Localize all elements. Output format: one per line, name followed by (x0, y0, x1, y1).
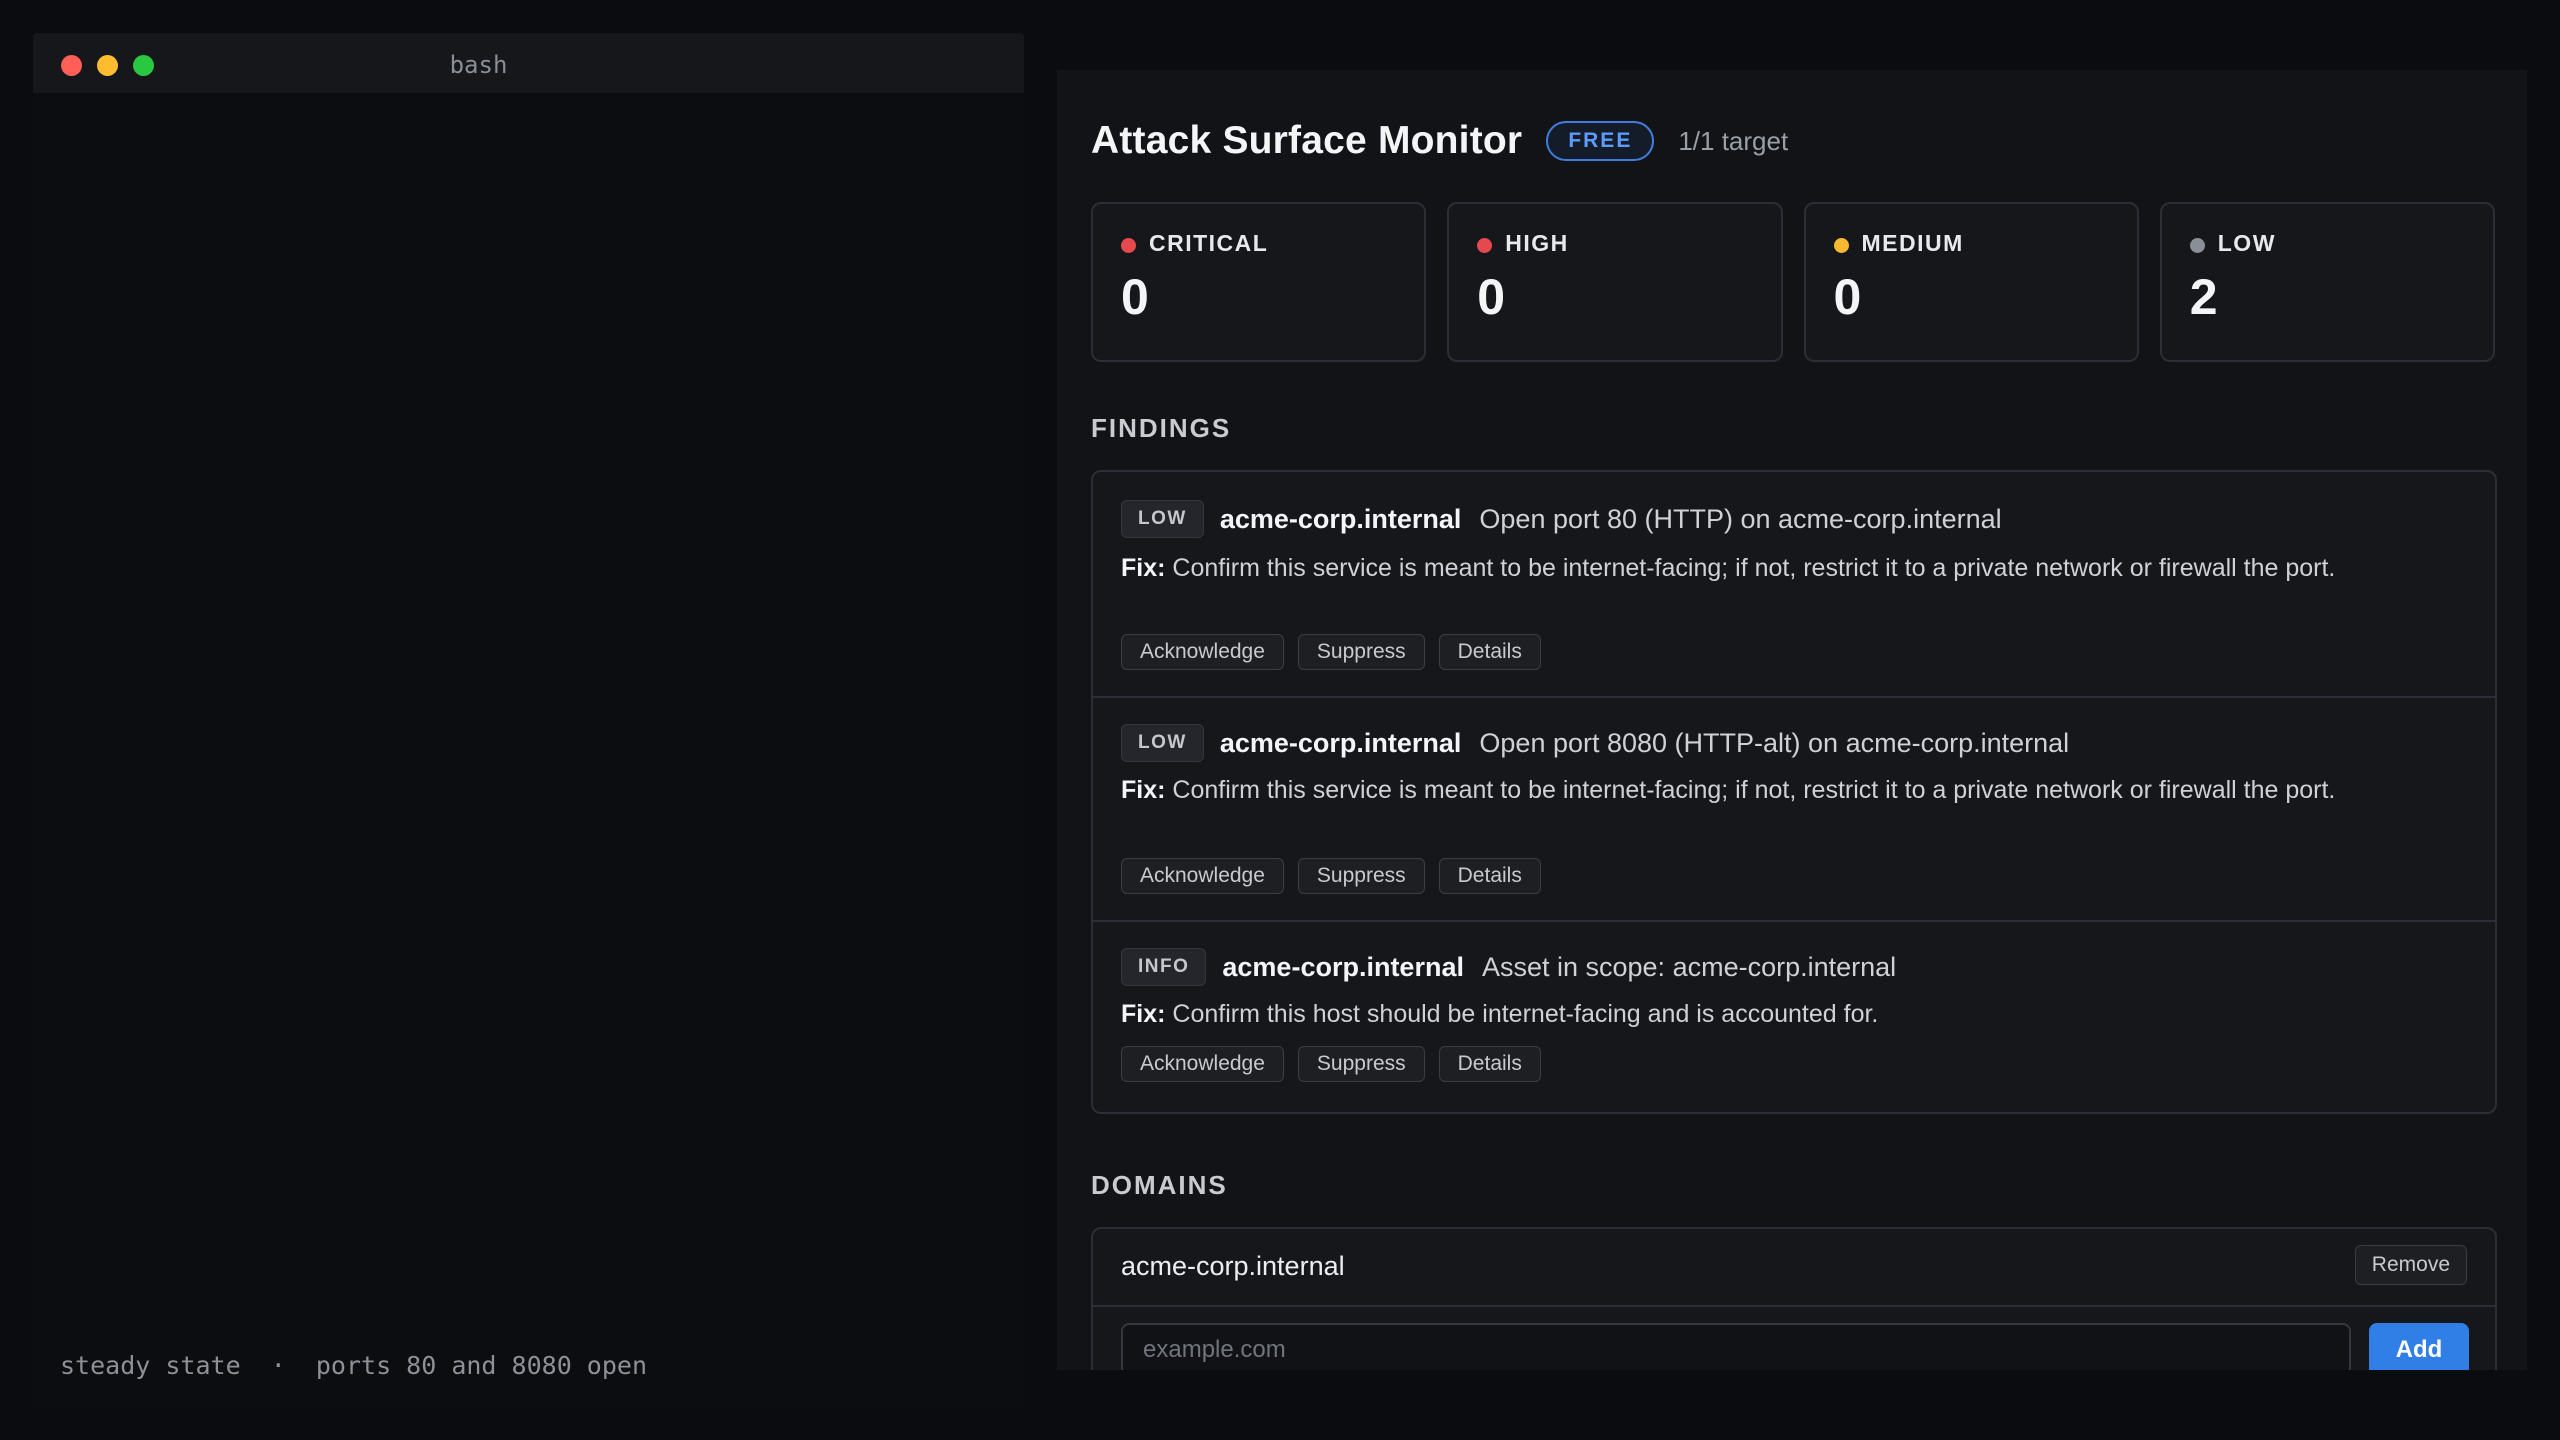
finding-actions: Acknowledge Suppress Details (1121, 634, 1541, 670)
domain-name: acme-corp.internal (1121, 1251, 1345, 1281)
fix-label: Fix: (1121, 554, 1166, 582)
status-dot-icon (2189, 238, 2205, 253)
finding-host: acme-corp.internal (1219, 503, 1462, 534)
finding-fix: Fix: Confirm this service is meant to be… (1121, 772, 2461, 808)
severity-card-critical[interactable]: CRITICAL 0 (1091, 202, 1427, 362)
page-title: Attack Surface Monitor (1091, 119, 1523, 162)
domain-input[interactable] (1121, 1323, 2351, 1370)
monitor-panel: Attack Surface Monitor FREE 1/1 target C… (1057, 70, 2527, 1370)
finding-fix: Fix: Confirm this service is meant to be… (1121, 550, 2461, 586)
finding-title: Open port 80 (HTTP) on acme-corp.interna… (1479, 503, 2002, 534)
finding-item: LOW acme-corp.internal Open port 8080 (H… (1093, 698, 2495, 922)
severity-count: 0 (1833, 269, 1862, 325)
domains-list: acme-corp.internal Remove Add (1091, 1227, 2497, 1370)
severity-count: 2 (2189, 269, 2218, 325)
add-domain-row: Add (1093, 1307, 2495, 1370)
severity-label: CRITICAL (1149, 230, 1269, 256)
severity-card-high[interactable]: HIGH 0 (1447, 202, 1783, 362)
suppress-button[interactable]: Suppress (1297, 858, 1425, 894)
findings-heading: FINDINGS (1091, 413, 1232, 443)
terminal-window: bash steady state · ports 80 and 8080 op… (33, 33, 1024, 1409)
severity-badge: LOW (1121, 500, 1204, 538)
severity-label: HIGH (1505, 230, 1569, 256)
fix-text: Confirm this host should be internet-fac… (1172, 1000, 1879, 1028)
finding-header: LOW acme-corp.internal Open port 80 (HTT… (1121, 500, 2002, 538)
fix-text: Confirm this service is meant to be inte… (1172, 554, 2336, 582)
severity-label: LOW (2217, 230, 2276, 256)
finding-title: Open port 8080 (HTTP-alt) on acme-corp.i… (1479, 727, 2070, 758)
finding-title: Asset in scope: acme-corp.internal (1481, 951, 1897, 982)
status-dot-icon (1833, 238, 1849, 253)
severity-badge: INFO (1121, 948, 1207, 986)
severity-card-medium[interactable]: MEDIUM 0 (1803, 202, 2139, 362)
details-button[interactable]: Details (1438, 858, 1541, 894)
terminal-status-line: steady state · ports 80 and 8080 open (60, 1351, 647, 1380)
severity-count: 0 (1121, 269, 1149, 325)
fix-label: Fix: (1121, 1000, 1166, 1028)
fix-label: Fix: (1121, 776, 1166, 804)
domain-row: acme-corp.internal Remove (1093, 1229, 2495, 1307)
status-dot-icon (1477, 238, 1493, 253)
finding-item: INFO acme-corp.internal Asset in scope: … (1093, 922, 2495, 1112)
severity-summary: CRITICAL 0 HIGH 0 MEDIUM 0 LOW 2 (1091, 202, 2495, 362)
add-domain-button[interactable]: Add (2369, 1323, 2469, 1370)
details-button[interactable]: Details (1438, 634, 1541, 670)
acknowledge-button[interactable]: Acknowledge (1121, 1046, 1284, 1082)
severity-card-low[interactable]: LOW 2 (2159, 202, 2495, 362)
severity-count: 0 (1477, 269, 1506, 325)
target-count: 1/1 target (1678, 125, 1789, 156)
finding-fix: Fix: Confirm this host should be interne… (1121, 996, 2461, 1032)
severity-badge: LOW (1121, 724, 1204, 762)
finding-host: acme-corp.internal (1222, 951, 1464, 982)
severity-label: MEDIUM (1861, 230, 1964, 256)
fix-text: Confirm this service is meant to be inte… (1172, 776, 2336, 804)
domains-heading: DOMAINS (1091, 1170, 1228, 1200)
status-dot-icon (1121, 238, 1136, 253)
finding-actions: Acknowledge Suppress Details (1121, 858, 1541, 894)
findings-list: LOW acme-corp.internal Open port 80 (HTT… (1091, 470, 2497, 1114)
finding-host: acme-corp.internal (1219, 727, 1462, 758)
suppress-button[interactable]: Suppress (1297, 1046, 1425, 1082)
finding-item: LOW acme-corp.internal Open port 80 (HTT… (1093, 472, 2495, 698)
suppress-button[interactable]: Suppress (1297, 634, 1425, 670)
panel-header: Attack Surface Monitor FREE 1/1 target (1091, 115, 1788, 167)
finding-header: INFO acme-corp.internal Asset in scope: … (1121, 948, 1896, 986)
finding-header: LOW acme-corp.internal Open port 8080 (H… (1121, 724, 2069, 762)
terminal-titlebar: bash (33, 33, 1024, 93)
acknowledge-button[interactable]: Acknowledge (1121, 634, 1284, 670)
finding-actions: Acknowledge Suppress Details (1121, 1046, 1541, 1082)
details-button[interactable]: Details (1438, 1046, 1541, 1082)
terminal-title: bash (449, 51, 508, 79)
remove-domain-button[interactable]: Remove (2354, 1245, 2467, 1285)
plan-badge: FREE (1546, 121, 1655, 161)
acknowledge-button[interactable]: Acknowledge (1121, 858, 1284, 894)
